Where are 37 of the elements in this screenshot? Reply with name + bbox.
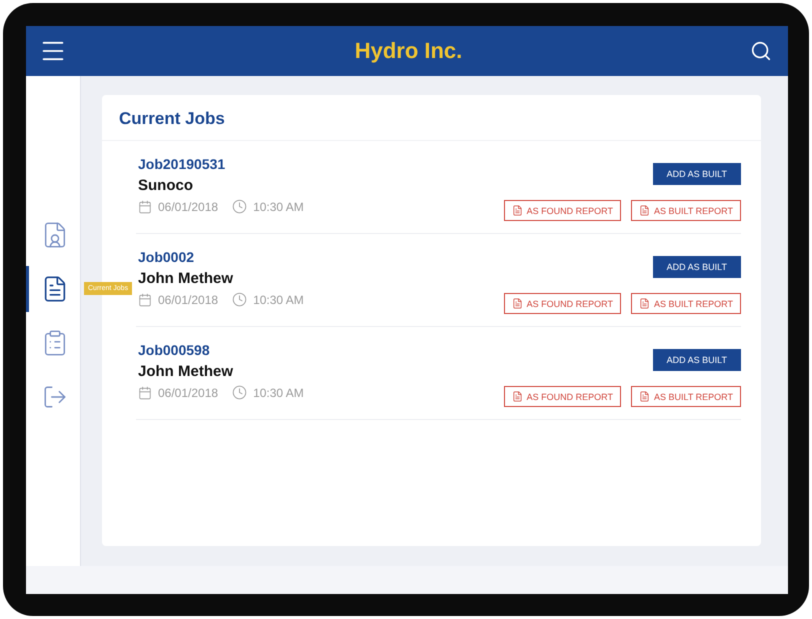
calendar-icon: [138, 292, 152, 306]
add-as-built-button[interactable]: ADD AS BUILT: [652, 163, 741, 185]
calendar-icon: [138, 200, 152, 214]
job-date: 06/01/2018: [158, 200, 218, 214]
calendar-icon: [138, 386, 152, 400]
card-title: Current Jobs: [119, 109, 225, 128]
pdf-icon: [638, 391, 650, 402]
job-name: Sunoco: [138, 177, 194, 194]
job-id: Job000598: [138, 342, 211, 358]
job-name: John Methew: [138, 270, 234, 287]
search-button[interactable]: [750, 40, 772, 62]
app-title: Hydro Inc.: [354, 38, 462, 64]
add-as-built-button[interactable]: ADD AS BUILT: [652, 349, 741, 371]
add-as-built-button[interactable]: ADD AS BUILT: [652, 256, 741, 278]
pdf-icon: [512, 391, 523, 402]
report-button[interactable]: AS FOUND REPORT: [504, 200, 621, 221]
report-button[interactable]: AS FOUND REPORT: [504, 386, 621, 407]
job-time: 10:30 AM: [253, 200, 304, 214]
job-id: Job20190531: [138, 156, 226, 172]
job-time: 10:30 AM: [253, 292, 304, 306]
clock-icon: [232, 292, 248, 307]
job-date: 06/01/2018: [158, 292, 218, 306]
report-button[interactable]: AS BUILT REPORT: [630, 200, 741, 221]
pdf-icon: [512, 205, 523, 216]
clock-icon: [232, 385, 248, 400]
logout-icon: [42, 384, 68, 410]
pdf-icon: [638, 298, 650, 309]
job-id: Job0002: [138, 249, 196, 265]
job-date: 06/01/2018: [158, 386, 218, 400]
job-time: 10:30 AM: [253, 386, 304, 400]
report-button[interactable]: AS FOUND REPORT: [504, 293, 621, 314]
pdf-icon: [638, 205, 650, 216]
pdf-icon: [512, 298, 523, 309]
report-button[interactable]: AS BUILT REPORT: [630, 293, 741, 314]
clock-icon: [232, 199, 248, 214]
report-button[interactable]: AS BUILT REPORT: [630, 386, 741, 407]
job-name: John Methew: [138, 363, 234, 380]
